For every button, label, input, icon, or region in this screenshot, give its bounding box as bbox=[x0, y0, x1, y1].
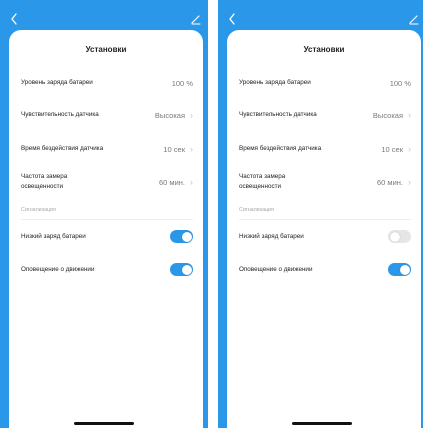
chevron-right-icon: › bbox=[190, 110, 193, 120]
chevron-right-icon: › bbox=[190, 144, 193, 154]
battery-level-label: Уровень заряда батареи bbox=[239, 79, 311, 86]
light-frequency-value: 60 мин. › bbox=[377, 177, 411, 187]
light-frequency-label: Частота замера освещенности bbox=[239, 173, 286, 190]
divider bbox=[21, 219, 193, 220]
battery-level-row: Уровень заряда батареи 100 % bbox=[21, 78, 193, 88]
top-bar bbox=[218, 12, 423, 26]
motion-alert-label: Оповещение о движении bbox=[239, 265, 313, 273]
battery-level-value: 100 % bbox=[389, 78, 411, 88]
settings-card: Установки Уровень заряда батареи 100 % Ч… bbox=[227, 30, 421, 428]
low-battery-row: Низкий заряд батареи bbox=[239, 230, 411, 243]
toggle-knob bbox=[399, 264, 410, 275]
idle-time-label: Время бездействия датчика bbox=[239, 145, 322, 152]
low-battery-toggle[interactable] bbox=[170, 230, 193, 243]
toggle-knob bbox=[181, 231, 192, 242]
light-frequency-label: Частота замера освещенности bbox=[21, 173, 68, 190]
light-frequency-row[interactable]: Частота замера освещенности 60 мин. › bbox=[239, 172, 411, 192]
phone-screen-left: Установки Уровень заряда батареи 100 % Ч… bbox=[0, 0, 208, 428]
toggle-knob bbox=[181, 264, 192, 275]
section-label-alarm: Сигнализация bbox=[239, 207, 274, 213]
battery-level-label: Уровень заряда батареи bbox=[21, 79, 93, 86]
chevron-right-icon: › bbox=[408, 144, 411, 154]
battery-level-row: Уровень заряда батареи 100 % bbox=[239, 78, 411, 88]
motion-alert-row: Оповещение о движении bbox=[239, 263, 411, 276]
settings-card: Установки Уровень заряда батареи 100 % Ч… bbox=[9, 30, 203, 428]
idle-time-row[interactable]: Время бездействия датчика 10 сек › bbox=[21, 144, 193, 154]
sensitivity-value: Высокая › bbox=[372, 110, 411, 120]
idle-time-value: 10 сек › bbox=[163, 144, 193, 154]
low-battery-row: Низкий заряд батареи bbox=[21, 230, 193, 243]
phone-screen-right: Установки Уровень заряда батареи 100 % Ч… bbox=[218, 0, 423, 428]
motion-alert-toggle[interactable] bbox=[388, 263, 411, 276]
chevron-right-icon: › bbox=[408, 177, 411, 187]
low-battery-toggle[interactable] bbox=[388, 230, 411, 243]
low-battery-label: Низкий заряд батареи bbox=[239, 232, 304, 240]
top-bar bbox=[0, 12, 208, 26]
battery-level-value: 100 % bbox=[171, 78, 193, 88]
edit-pencil-icon[interactable] bbox=[190, 12, 202, 26]
idle-time-label: Время бездействия датчика bbox=[21, 145, 104, 152]
back-chevron-left-icon[interactable] bbox=[9, 12, 21, 26]
sensitivity-value: Высокая › bbox=[154, 110, 193, 120]
sensitivity-row[interactable]: Чувствительность датчика Высокая › bbox=[21, 110, 193, 120]
page-title: Установки bbox=[303, 45, 345, 54]
motion-alert-row: Оповещение о движении bbox=[21, 263, 193, 276]
sensitivity-row[interactable]: Чувствительность датчика Высокая › bbox=[239, 110, 411, 120]
motion-alert-toggle[interactable] bbox=[170, 263, 193, 276]
back-chevron-left-icon[interactable] bbox=[227, 12, 239, 26]
light-frequency-value: 60 мин. › bbox=[159, 177, 193, 187]
toggle-knob bbox=[389, 231, 400, 242]
chevron-right-icon: › bbox=[190, 177, 193, 187]
divider bbox=[239, 219, 411, 220]
low-battery-label: Низкий заряд батареи bbox=[21, 232, 86, 240]
sensitivity-label: Чувствительность датчика bbox=[239, 111, 317, 118]
home-indicator bbox=[292, 422, 352, 425]
home-indicator bbox=[74, 422, 134, 425]
sensitivity-label: Чувствительность датчика bbox=[21, 111, 99, 118]
idle-time-value: 10 сек › bbox=[381, 144, 411, 154]
motion-alert-label: Оповещение о движении bbox=[21, 265, 95, 273]
screenshot-stage: Установки Уровень заряда батареи 100 % Ч… bbox=[0, 0, 423, 428]
section-label-alarm: Сигнализация bbox=[21, 207, 56, 213]
edit-pencil-icon[interactable] bbox=[408, 12, 420, 26]
page-title: Установки bbox=[85, 45, 127, 54]
chevron-right-icon: › bbox=[408, 110, 411, 120]
idle-time-row[interactable]: Время бездействия датчика 10 сек › bbox=[239, 144, 411, 154]
light-frequency-row[interactable]: Частота замера освещенности 60 мин. › bbox=[21, 172, 193, 192]
